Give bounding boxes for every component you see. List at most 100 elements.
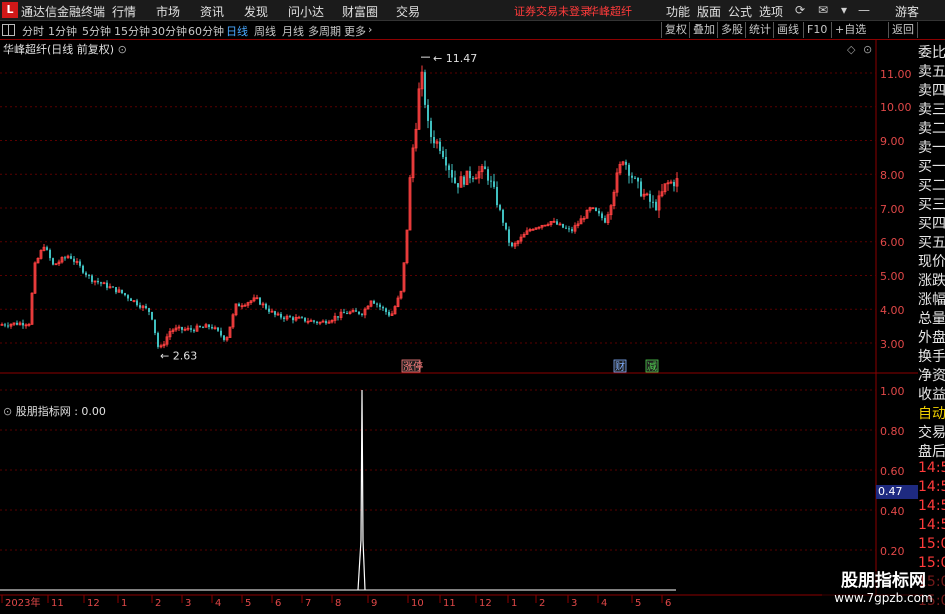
candle-body — [4, 324, 6, 326]
tool-overlay[interactable]: 叠加 — [689, 22, 718, 38]
sidebar-label[interactable]: 买四 — [918, 213, 945, 234]
sidebar-label[interactable]: 涨跌 — [918, 270, 945, 291]
candle-body — [121, 289, 123, 294]
menu-quotes[interactable]: 行情 — [112, 3, 136, 20]
tool-watchlist[interactable]: +自选 — [831, 22, 869, 38]
sidebar-label[interactable]: 买二 — [918, 175, 945, 196]
settings-gear-icon[interactable]: ⊙ — [863, 43, 872, 56]
sidebar-label[interactable]: 14:56 — [918, 460, 945, 481]
candle-body — [361, 313, 363, 315]
menu-market[interactable]: 市场 — [156, 3, 180, 20]
candle-body — [304, 317, 306, 322]
grid-icon[interactable] — [2, 24, 16, 37]
candle-body — [52, 258, 54, 265]
menu-function[interactable]: 功能 — [666, 3, 690, 20]
y-tick: 6.00 — [880, 236, 905, 249]
candle-body — [451, 170, 453, 178]
message-icon[interactable]: ✉ — [818, 3, 828, 17]
sidebar-label[interactable]: 15:00 — [918, 536, 945, 557]
menu-discover[interactable]: 发现 — [244, 3, 268, 20]
menu-trade[interactable]: 交易 — [396, 3, 420, 20]
period-weekly[interactable]: 周线 — [254, 23, 276, 39]
tool-draw[interactable]: 画线 — [773, 22, 802, 38]
period-5min[interactable]: 5分钟 — [82, 23, 111, 39]
candle-body — [97, 280, 99, 283]
candle-body — [316, 321, 318, 324]
sidebar-label[interactable]: 自动 — [918, 403, 945, 424]
period-30min[interactable]: 30分钟 — [151, 23, 187, 39]
period-15min[interactable]: 15分钟 — [114, 23, 150, 39]
candle-body — [217, 327, 219, 331]
candle-body — [556, 221, 558, 225]
y-tick: 4.00 — [880, 304, 905, 317]
candle-body — [496, 186, 498, 206]
sidebar-label[interactable]: 卖一 — [918, 137, 945, 158]
tool-f10[interactable]: F10 — [803, 22, 830, 38]
sidebar-label[interactable]: 净资 — [918, 365, 945, 386]
menu-wealth[interactable]: 财富圈 — [342, 3, 378, 20]
sidebar-label[interactable]: 卖四 — [918, 80, 945, 101]
menu-layout[interactable]: 版面 — [697, 3, 721, 20]
sidebar-label[interactable]: 委比 — [918, 42, 945, 63]
sidebar-label[interactable]: 收益 — [918, 384, 945, 405]
candle-body — [454, 177, 456, 184]
tool-back[interactable]: 返回 — [888, 22, 918, 38]
tool-stats[interactable]: 统计 — [745, 22, 774, 38]
login-warning[interactable]: 证券交易未登录 — [514, 3, 591, 19]
candle-body — [598, 210, 600, 214]
candle-body — [634, 177, 636, 179]
sidebar-label[interactable]: 14:57 — [918, 498, 945, 519]
sidebar-label[interactable]: 总量 — [918, 308, 945, 329]
sidebar-label[interactable]: 买一 — [918, 156, 945, 177]
menu-ask[interactable]: 问小达 — [288, 3, 324, 20]
sidebar-label[interactable]: 卖五 — [918, 61, 945, 82]
candle-body — [130, 298, 132, 301]
guest-label[interactable]: 游客 — [895, 3, 919, 20]
chevron-right-icon[interactable]: › — [368, 23, 372, 36]
candle-body — [601, 213, 603, 219]
x-tick-label: 4 — [215, 598, 221, 609]
minimize-icon[interactable]: — — [858, 3, 870, 17]
period-more[interactable]: 更多 — [344, 23, 366, 39]
sidebar-label[interactable]: 14:57 — [918, 517, 945, 538]
sidebar-label[interactable]: 买五 — [918, 232, 945, 253]
toggle-icon[interactable]: ⊙ — [3, 405, 12, 418]
candle-body — [604, 218, 606, 223]
period-60min[interactable]: 60分钟 — [188, 23, 224, 39]
tool-multi-stock[interactable]: 多股 — [717, 22, 746, 38]
sidebar-label[interactable]: 14:56 — [918, 479, 945, 500]
y-tick: 7.00 — [880, 203, 905, 216]
sidebar-label[interactable]: 涨幅 — [918, 289, 945, 310]
settings-icon[interactable]: ⊙ — [118, 43, 127, 56]
tool-adjust[interactable]: 复权 — [661, 22, 690, 38]
period-multi[interactable]: 多周期 — [308, 23, 341, 39]
menu-news[interactable]: 资讯 — [200, 3, 224, 20]
x-tick-label: 7 — [305, 598, 311, 609]
x-tick-label: 2 — [539, 598, 545, 609]
sidebar-label[interactable]: 买三 — [918, 194, 945, 215]
menu-formula[interactable]: 公式 — [728, 3, 752, 20]
dropdown-icon[interactable]: ▾ — [841, 3, 847, 17]
period-1min[interactable]: 1分钟 — [48, 23, 77, 39]
period-daily[interactable]: 日线 — [226, 23, 248, 39]
sidebar-label[interactable]: 卖二 — [918, 118, 945, 139]
sidebar-label[interactable]: 盘后 — [918, 441, 945, 462]
kline-chart[interactable]: ← 11.47← 2.63涨停财减2023年 11 12 1 2 3 4 5 6 7 8 9 10 11 1… — [0, 40, 918, 609]
period-tick[interactable]: 分时 — [22, 23, 44, 39]
candle-body — [652, 201, 654, 203]
period-monthly[interactable]: 月线 — [282, 23, 304, 39]
sidebar-label[interactable]: 外盘 — [918, 327, 945, 348]
candle-body — [382, 306, 384, 309]
menu-options[interactable]: 选项 — [759, 3, 783, 20]
sidebar-label[interactable]: 现价 — [918, 251, 945, 272]
diamond-icon[interactable]: ◇ — [847, 43, 855, 56]
candle-body — [127, 295, 129, 299]
event-label: 涨停 — [403, 360, 423, 373]
candle-body — [202, 327, 204, 329]
sidebar-label[interactable]: 换手 — [918, 346, 945, 367]
watermark-line1: 股朋指标网 — [841, 571, 926, 591]
sidebar-label[interactable]: 卖三 — [918, 99, 945, 120]
sidebar-label[interactable]: 交易 — [918, 422, 945, 443]
x-tick-label: 2 — [155, 598, 161, 609]
refresh-icon[interactable]: ⟳ — [795, 3, 805, 17]
